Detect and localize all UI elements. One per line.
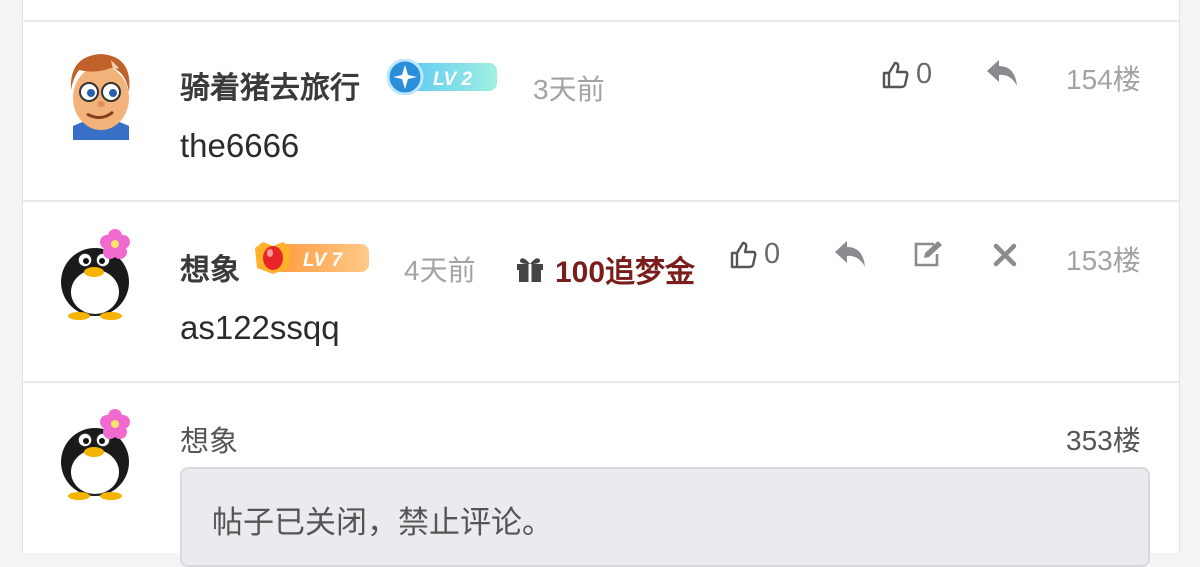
reply-button[interactable] — [985, 58, 1019, 88]
gift-icon — [515, 255, 545, 283]
reward-amount: 100追梦金 — [555, 256, 696, 289]
edit-button[interactable] — [912, 240, 944, 268]
level-text: LV 7 — [303, 250, 344, 271]
level-badge: LV 2 — [385, 59, 499, 95]
avatar[interactable] — [49, 228, 141, 320]
post-time: 3天前 — [533, 74, 605, 105]
level-text: LV 2 — [433, 69, 473, 90]
comment-input-disabled[interactable]: 帖子已关闭，禁止评论。 — [180, 467, 1150, 567]
avatar — [49, 408, 141, 500]
like-count: 0 — [916, 58, 933, 90]
avatar[interactable] — [55, 48, 147, 140]
like-button[interactable]: 0 — [880, 58, 932, 91]
like-button[interactable]: 0 — [728, 238, 780, 271]
username[interactable]: 想象 — [180, 245, 240, 289]
floor-number: 353楼 — [1066, 425, 1141, 456]
comment-content: as122ssqq — [180, 309, 340, 346]
reply-icon — [985, 58, 1019, 88]
delete-button[interactable] — [993, 243, 1017, 267]
username: 想象 — [180, 426, 239, 458]
thumbs-up-icon — [728, 240, 758, 270]
reward-info: 100追梦金 — [515, 247, 695, 291]
comment-panel: 骑着猪去旅行 LV 2 3天前 0 154楼 the6666 想象 LV 7 4… — [22, 0, 1180, 567]
divider — [23, 381, 1179, 383]
floor-number: 153楼 — [1066, 245, 1141, 276]
reply-icon — [833, 239, 867, 269]
close-icon — [993, 243, 1017, 267]
edit-icon — [912, 240, 944, 268]
closed-notice: 帖子已关闭，禁止评论。 — [212, 505, 553, 540]
post-time: 4天前 — [404, 255, 476, 286]
divider — [23, 200, 1179, 202]
like-count: 0 — [764, 238, 781, 270]
level-badge: LV 7 — [251, 238, 371, 274]
comment-content: the6666 — [180, 127, 300, 164]
reply-button[interactable] — [833, 239, 867, 269]
divider — [23, 20, 1179, 22]
thumbs-up-icon — [880, 60, 910, 90]
floor-number: 154楼 — [1066, 64, 1141, 95]
username[interactable]: 骑着猪去旅行 — [180, 63, 360, 107]
